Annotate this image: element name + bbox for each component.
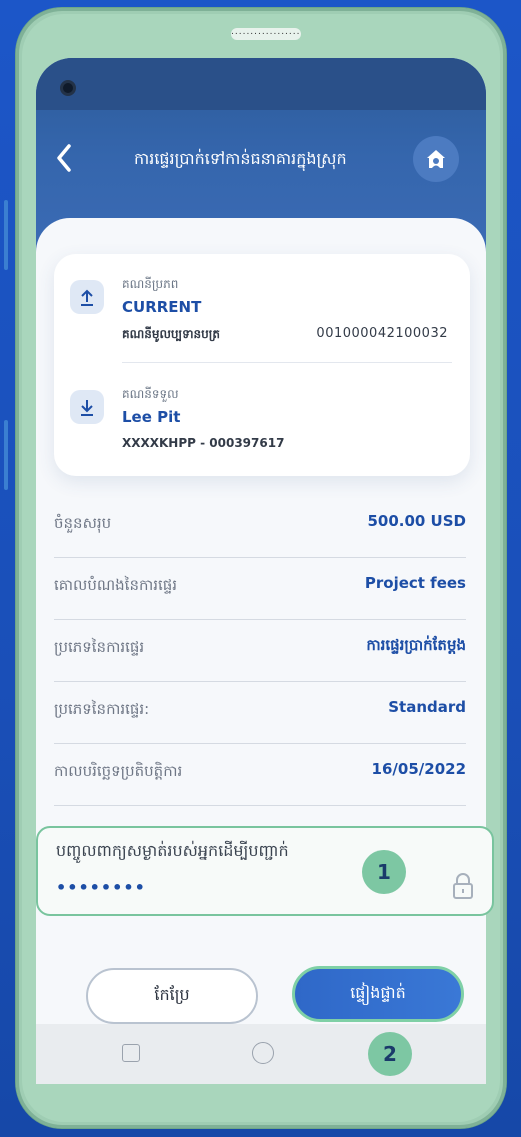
from-account-number: 001000042100032 <box>316 326 448 341</box>
download-icon <box>81 400 93 416</box>
status-bar <box>36 58 486 110</box>
to-account-label: គណនីទទួល <box>122 387 179 401</box>
row-divider <box>54 805 466 806</box>
home-icon <box>427 150 445 168</box>
password-field[interactable]: បញ្ចូលពាក្យសម្ងាត់របស់អ្នកដើម្បីបញ្ជាក់ … <box>36 826 494 916</box>
detail-row-transfer-type: ប្រភេទនៃការផ្ទេរ ការផ្ទេរប្រាក់តែម្តង <box>54 620 466 682</box>
detail-value: 500.00 USD <box>367 512 466 530</box>
lock-icon[interactable] <box>452 872 474 900</box>
detail-value: Project fees <box>364 574 466 592</box>
detail-label: គោលបំណងនៃការផ្ទេរ <box>54 576 178 594</box>
side-button <box>4 420 8 490</box>
edit-button[interactable]: កែប្រែ <box>86 968 258 1024</box>
recent-apps-icon[interactable] <box>122 1044 140 1062</box>
chevron-left-icon <box>57 144 71 172</box>
step-marker-2: 2 <box>368 1032 412 1076</box>
upload-icon <box>81 289 93 306</box>
detail-row-date: កាលបរិច្ឆេទប្រតិបត្តិការ 16/05/2022 <box>54 744 466 806</box>
from-account-name: CURRENT <box>122 298 202 316</box>
detail-label: កាលបរិច្ឆេទប្រតិបត្តិការ <box>54 762 183 780</box>
from-account-label: គណនីប្រភព <box>122 277 179 291</box>
detail-label: ចំនួនសរុប <box>54 514 112 532</box>
phone-speaker: ................... <box>231 28 301 40</box>
step-marker-1: 1 <box>362 850 406 894</box>
home-nav-icon[interactable] <box>252 1042 274 1064</box>
detail-label: ប្រភេទនៃការផ្ទេរ <box>54 638 145 656</box>
to-account-name: Lee Pit <box>122 408 181 426</box>
home-button[interactable] <box>413 136 459 182</box>
password-value: •••••••• <box>56 878 146 897</box>
page-title: ការផ្ទេរប្រាក់ទៅកាន់ធនាគារក្នុងស្រុក <box>134 149 347 168</box>
from-account-icon <box>70 280 104 314</box>
detail-value: Standard <box>388 698 466 716</box>
side-button <box>4 200 8 270</box>
detail-label: ប្រភេទនៃការផ្ទេរ: <box>54 700 150 718</box>
camera-icon <box>60 80 76 96</box>
detail-row-amount: ចំនួនសរុប 500.00 USD <box>54 496 466 558</box>
detail-row-transfer-speed: ប្រភេទនៃការផ្ទេរ: Standard <box>54 682 466 744</box>
confirm-button[interactable]: ផ្ទៀងផ្ទាត់ <box>292 966 464 1022</box>
to-account-number: XXXXKHPP - 000397617 <box>122 436 285 450</box>
system-nav-bar <box>36 1024 486 1084</box>
detail-value: ការផ្ទេរប្រាក់តែម្តង <box>366 636 466 654</box>
account-summary-card: គណនីប្រភព CURRENT គណនីមូលប្បទានបត្រ 0010… <box>54 254 470 476</box>
password-prompt: បញ្ចូលពាក្យសម្ងាត់របស់អ្នកដើម្បីបញ្ជាក់ <box>56 841 289 860</box>
card-divider <box>122 362 452 363</box>
detail-value: 16/05/2022 <box>371 760 466 778</box>
from-account-type: គណនីមូលប្បទានបត្រ <box>122 327 220 341</box>
back-arrow-icon[interactable] <box>56 144 80 174</box>
to-account-icon <box>70 390 104 424</box>
detail-row-purpose: គោលបំណងនៃការផ្ទេរ Project fees <box>54 558 466 620</box>
